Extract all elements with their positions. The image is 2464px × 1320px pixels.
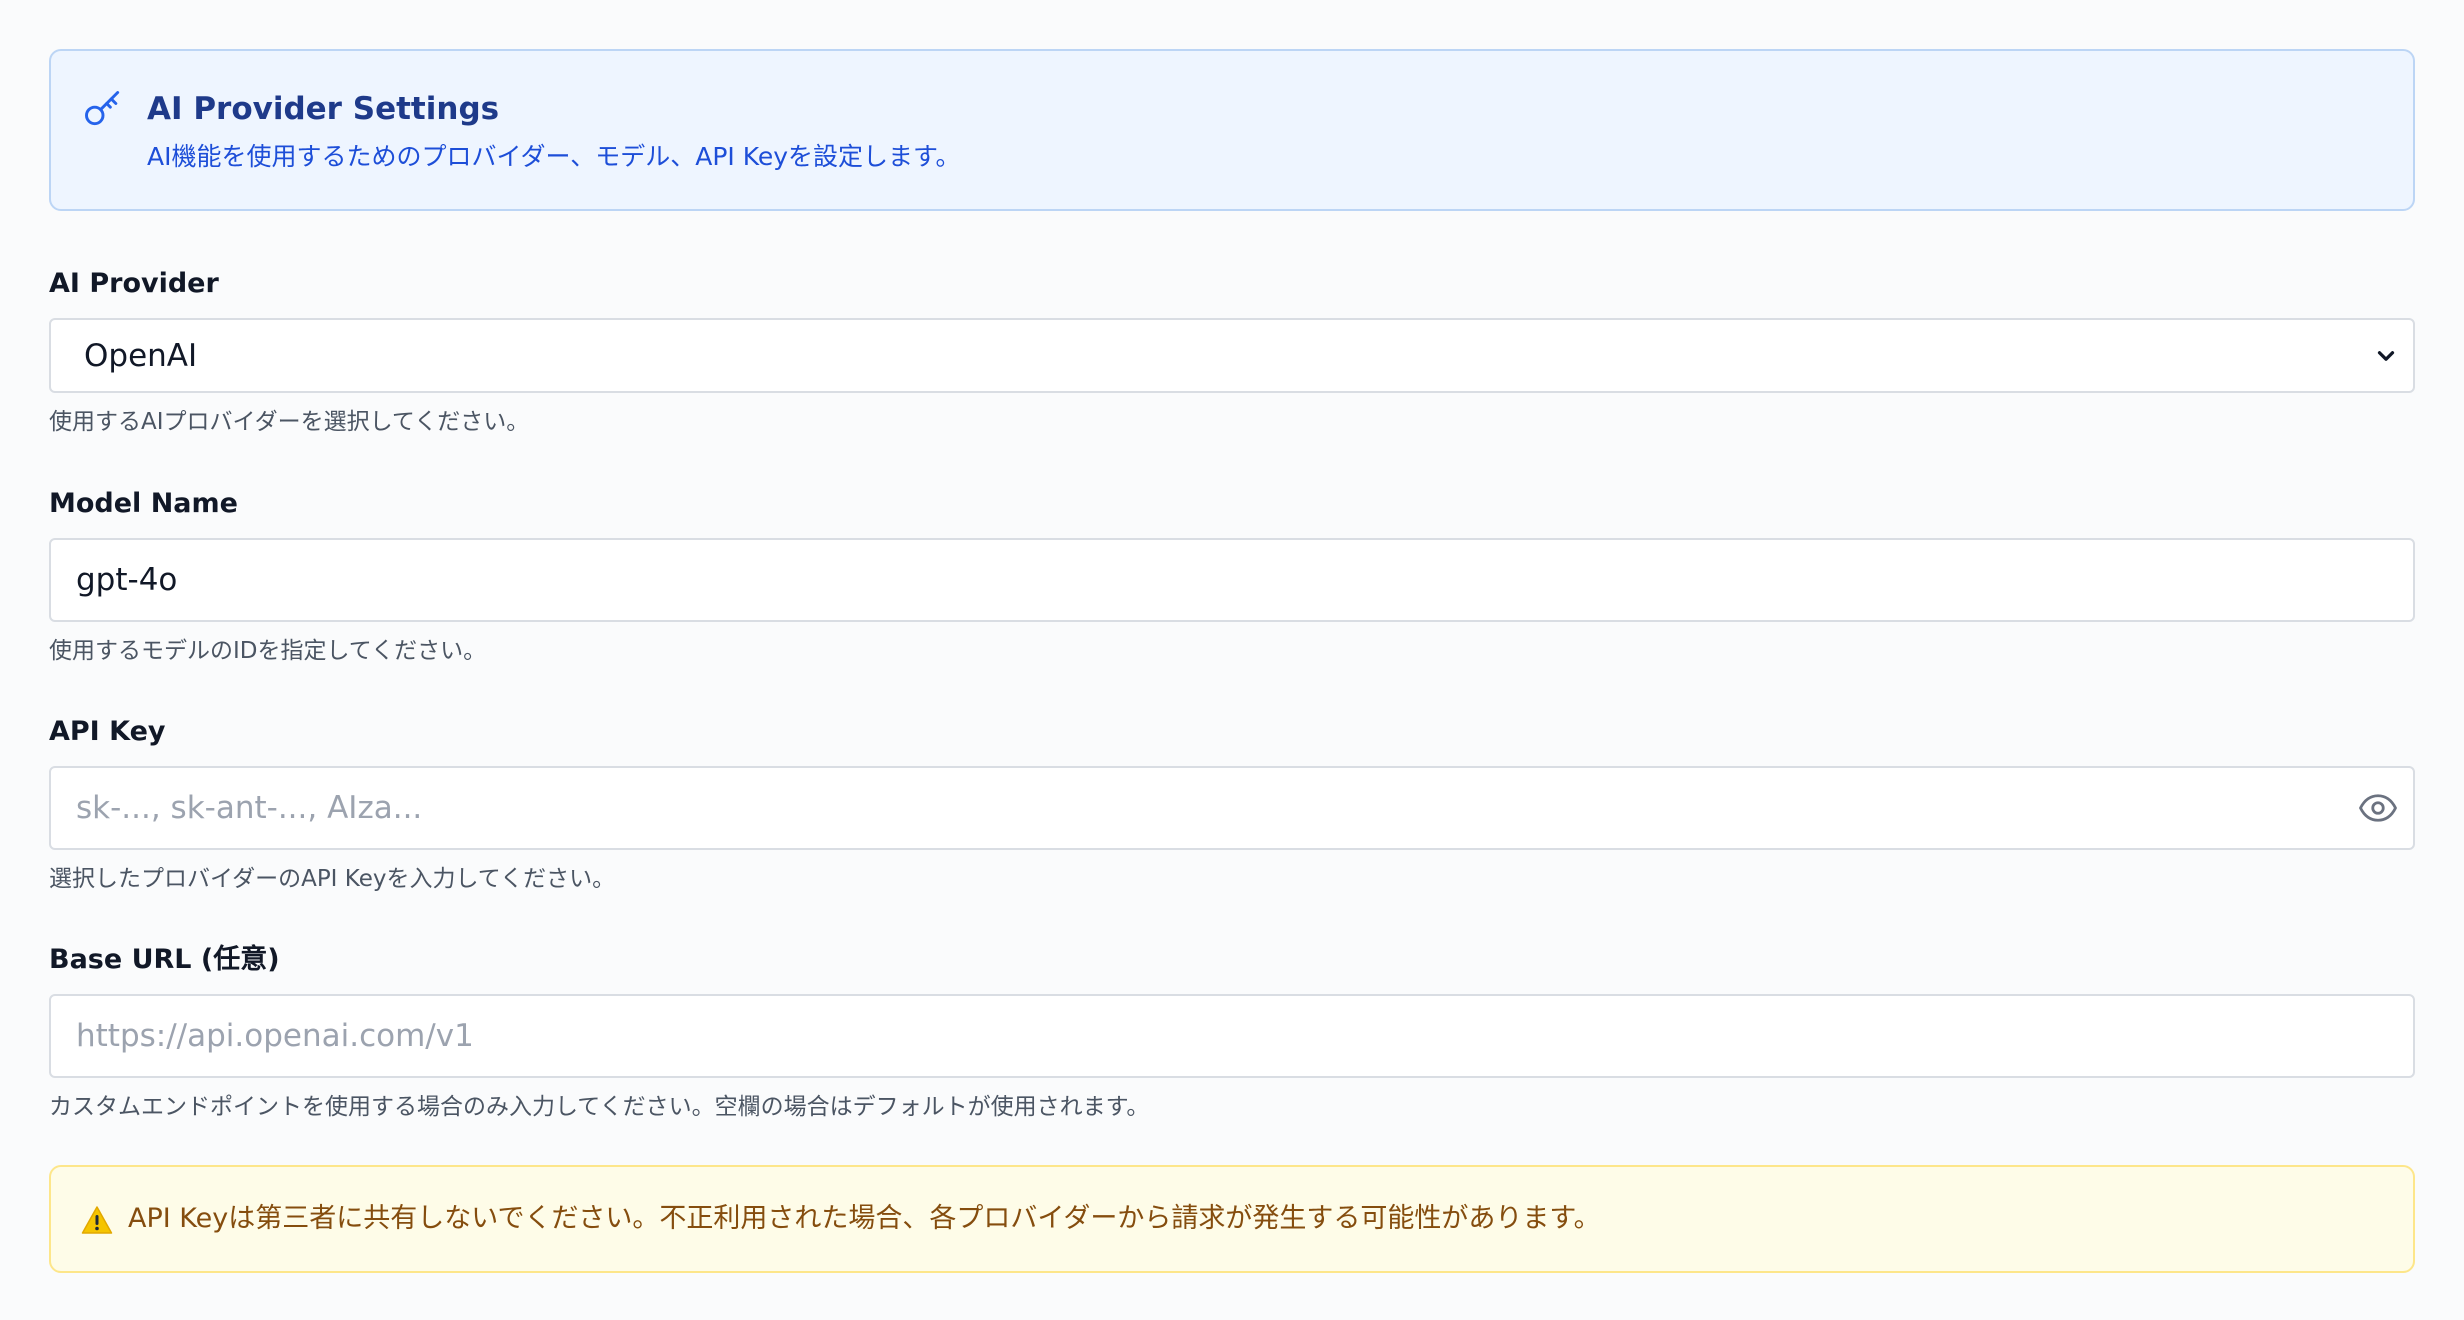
model-input-value: gpt-4o [76,562,178,598]
api-key-placeholder: sk-..., sk-ant-..., AIza... [76,790,423,826]
model-help: 使用するモデルのIDを指定してください。 [49,638,487,664]
warning-text: API Keyは第三者に共有しないでください。不正利用された場合、各プロバイダー… [128,1203,1601,1234]
provider-selected-value: OpenAI [84,337,198,374]
base-url-label: Base URL (任意) [49,944,280,975]
info-banner: AI Provider Settings AI機能を使用するためのプロバイダー、… [49,49,2415,211]
base-url-input[interactable]: https://api.openai.com/v1 [49,994,2415,1078]
warning-icon [81,1206,113,1234]
banner-description: AI機能を使用するためのプロバイダー、モデル、API Keyを設定します。 [147,142,961,171]
warning-banner: API Keyは第三者に共有しないでください。不正利用された場合、各プロバイダー… [49,1165,2415,1273]
provider-select[interactable]: OpenAI [49,318,2415,393]
banner-title: AI Provider Settings [147,91,500,127]
settings-container: AI Provider Settings AI機能を使用するためのプロバイダー、… [49,49,2415,1273]
chevron-down-icon [2377,350,2395,361]
provider-help: 使用するAIプロバイダーを選択してください。 [49,409,530,435]
api-key-label: API Key [49,716,166,747]
api-key-help: 選択したプロバイダーのAPI Keyを入力してください。 [49,866,616,892]
base-url-help: カスタムエンドポイントを使用する場合のみ入力してください。空欄の場合はデフォルト… [49,1094,1150,1120]
model-input[interactable]: gpt-4o [49,538,2415,622]
model-label: Model Name [49,488,238,519]
key-icon [85,91,120,126]
settings-page: AI Provider Settings AI機能を使用するためのプロバイダー、… [0,0,2464,1320]
eye-icon[interactable] [2357,787,2399,829]
base-url-placeholder: https://api.openai.com/v1 [76,1018,474,1054]
api-key-input[interactable]: sk-..., sk-ant-..., AIza... [49,766,2415,850]
provider-label: AI Provider [49,268,219,299]
